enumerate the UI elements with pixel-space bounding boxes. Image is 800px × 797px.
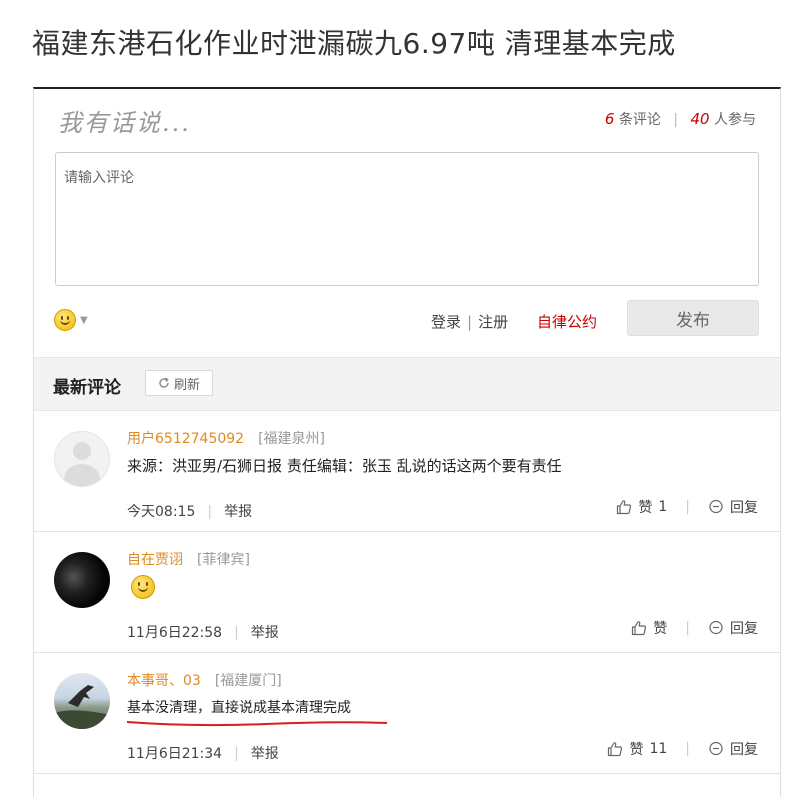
red-underline-annotation: [126, 721, 388, 727]
comment-author: 本事哥、03 [福建厦门]: [127, 670, 282, 690]
comment-text: 来源：洪亚男/石狮日报 责任编辑：张玉 乱说的话这两个要有责任: [127, 457, 562, 475]
register-link[interactable]: 注册: [478, 313, 508, 331]
login-link[interactable]: 登录: [431, 313, 461, 331]
reply-bubble-icon: [709, 499, 723, 514]
refresh-icon: [159, 377, 169, 388]
report-link[interactable]: 举报: [224, 504, 252, 520]
auth-divider: |: [467, 313, 473, 331]
user-location: [菲律宾]: [197, 552, 250, 568]
smiley-icon: [131, 575, 155, 599]
latest-comments-bar: 最新评论 刷新: [34, 357, 780, 411]
username[interactable]: 自在贾诩: [127, 552, 183, 568]
comment-prompt: 我有话说...: [58, 109, 191, 137]
publish-button[interactable]: 发布: [627, 300, 759, 336]
user-location: [福建厦门]: [214, 673, 282, 689]
action-divider: |: [685, 741, 690, 757]
comment-meta: 11月6日22:58 | 举报: [127, 622, 279, 642]
comment-stats: 6 条评论 | 40 人参与: [605, 109, 756, 129]
like-button[interactable]: 赞 1: [616, 497, 667, 517]
comment-author: 用户6512745092 [福建泉州]: [127, 428, 325, 448]
comment-actions: 赞 | 回复: [631, 618, 758, 638]
reply-label: 回复: [730, 742, 758, 758]
like-button[interactable]: 赞: [631, 618, 667, 638]
comment-count-label[interactable]: 条评论: [619, 112, 661, 128]
avatar[interactable]: [54, 431, 110, 487]
comment-item: 自在贾诩 [菲律宾] 11月6日22:58 | 举报 赞 | 回复: [34, 532, 780, 653]
reply-button[interactable]: 回复: [708, 739, 758, 759]
avatar[interactable]: [54, 673, 110, 729]
comment-time: 今天08:15: [127, 504, 196, 520]
comment-actions: 赞 11 | 回复: [607, 739, 758, 759]
comment-actions: 赞 1 | 回复: [616, 497, 758, 517]
reply-button[interactable]: 回复: [708, 618, 758, 638]
comment-count[interactable]: 6: [605, 110, 615, 128]
like-count: 11: [649, 741, 668, 757]
thumbs-up-icon: [608, 742, 623, 757]
participant-label: 人参与: [714, 112, 756, 128]
comment-meta: 今天08:15 | 举报: [127, 501, 252, 521]
meta-divider: |: [234, 746, 239, 762]
report-link[interactable]: 举报: [251, 746, 279, 762]
like-button[interactable]: 赞 11: [607, 739, 667, 759]
comment-text: 基本没清理，直接说成基本清理完成: [127, 700, 351, 716]
caret-down-icon: ▼: [80, 314, 88, 326]
reply-bubble-icon: [709, 620, 723, 635]
username[interactable]: 本事哥、03: [127, 673, 201, 689]
reply-label: 回复: [730, 500, 758, 516]
latest-comments-title: 最新评论: [53, 378, 121, 398]
comment-item: 用户6512745092 [福建泉州] 来源：洪亚男/石狮日报 责任编辑：张玉 乱…: [34, 411, 780, 532]
avatar-photo: [54, 685, 110, 729]
comment-time: 11月6日22:58: [127, 625, 223, 641]
comment-emoji: [131, 575, 155, 603]
comment-module: 我有话说... 6 条评论 | 40 人参与 请输入评论 ▼ 登录 | 注册 自律公…: [33, 87, 781, 797]
comment-input[interactable]: 请输入评论: [55, 152, 759, 286]
username[interactable]: 用户6512745092: [127, 431, 244, 447]
report-link[interactable]: 举报: [251, 625, 279, 641]
like-count: 1: [658, 499, 668, 515]
emoji-picker-button[interactable]: ▼: [54, 309, 88, 331]
refresh-button[interactable]: 刷新: [145, 370, 213, 396]
user-location: [福建泉州]: [258, 431, 326, 447]
article-headline: 福建东港石化作业时泄漏碳九6.97吨 清理基本完成: [32, 27, 676, 60]
comment-item: 本事哥、03 [福建厦门] 基本没清理，直接说成基本清理完成 11月6日21:34…: [34, 653, 780, 774]
stats-divider: |: [673, 112, 678, 128]
action-divider: |: [685, 620, 690, 636]
reply-button[interactable]: 回复: [708, 497, 758, 517]
auth-links: 登录 | 注册: [431, 311, 508, 332]
meta-divider: |: [234, 625, 239, 641]
smiley-icon: [54, 309, 76, 331]
like-label: 赞: [653, 621, 668, 637]
like-label: 赞: [638, 500, 653, 516]
action-divider: |: [685, 499, 690, 515]
thumbs-up-icon: [632, 621, 647, 636]
comment-time: 11月6日21:34: [127, 746, 223, 762]
thumbs-up-icon: [617, 500, 632, 515]
avatar[interactable]: [54, 552, 110, 608]
comment-meta: 11月6日21:34 | 举报: [127, 743, 279, 763]
participant-count: 40: [690, 110, 710, 128]
meta-divider: |: [207, 504, 213, 520]
reply-label: 回复: [730, 621, 758, 637]
refresh-label: 刷新: [173, 377, 200, 393]
like-label: 赞: [629, 742, 644, 758]
reply-bubble-icon: [709, 741, 723, 756]
rules-link[interactable]: 自律公约: [537, 311, 597, 332]
comment-author: 自在贾诩 [菲律宾]: [127, 549, 250, 569]
